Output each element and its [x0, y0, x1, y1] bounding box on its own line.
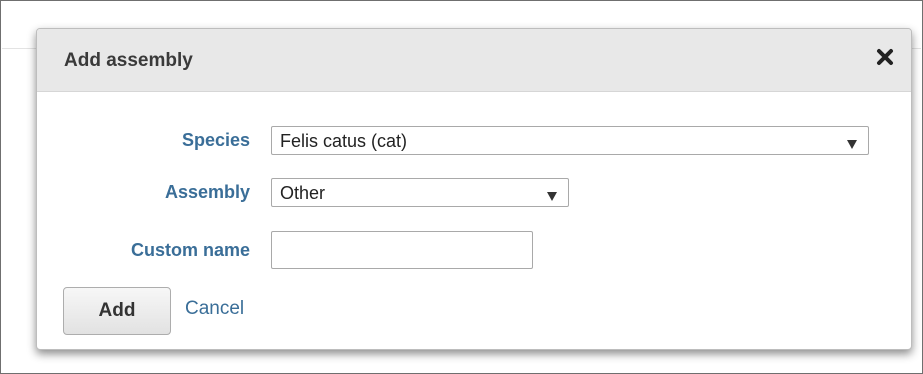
custom-name-input[interactable]	[271, 231, 533, 269]
triangle-down-icon	[847, 136, 857, 149]
species-select-value: Felis catus (cat)	[280, 131, 408, 151]
species-select[interactable]: Felis catus (cat)	[271, 126, 869, 155]
custom-name-label: Custom name	[130, 240, 250, 260]
assembly-label: Assembly	[164, 182, 250, 202]
add-button[interactable]: Add	[63, 287, 171, 335]
add-assembly-dialog: Add assembly Species Felis catus (cat) A…	[36, 28, 912, 350]
close-icon[interactable]	[876, 48, 894, 66]
cancel-link[interactable]: Cancel	[185, 298, 244, 320]
triangle-down-icon	[547, 188, 557, 201]
species-label: Species	[181, 130, 250, 150]
assembly-select-value: Other	[280, 183, 326, 203]
assembly-select[interactable]: Other	[271, 178, 569, 207]
dialog-header: Add assembly	[37, 29, 911, 92]
dialog-title: Add assembly	[64, 50, 193, 71]
